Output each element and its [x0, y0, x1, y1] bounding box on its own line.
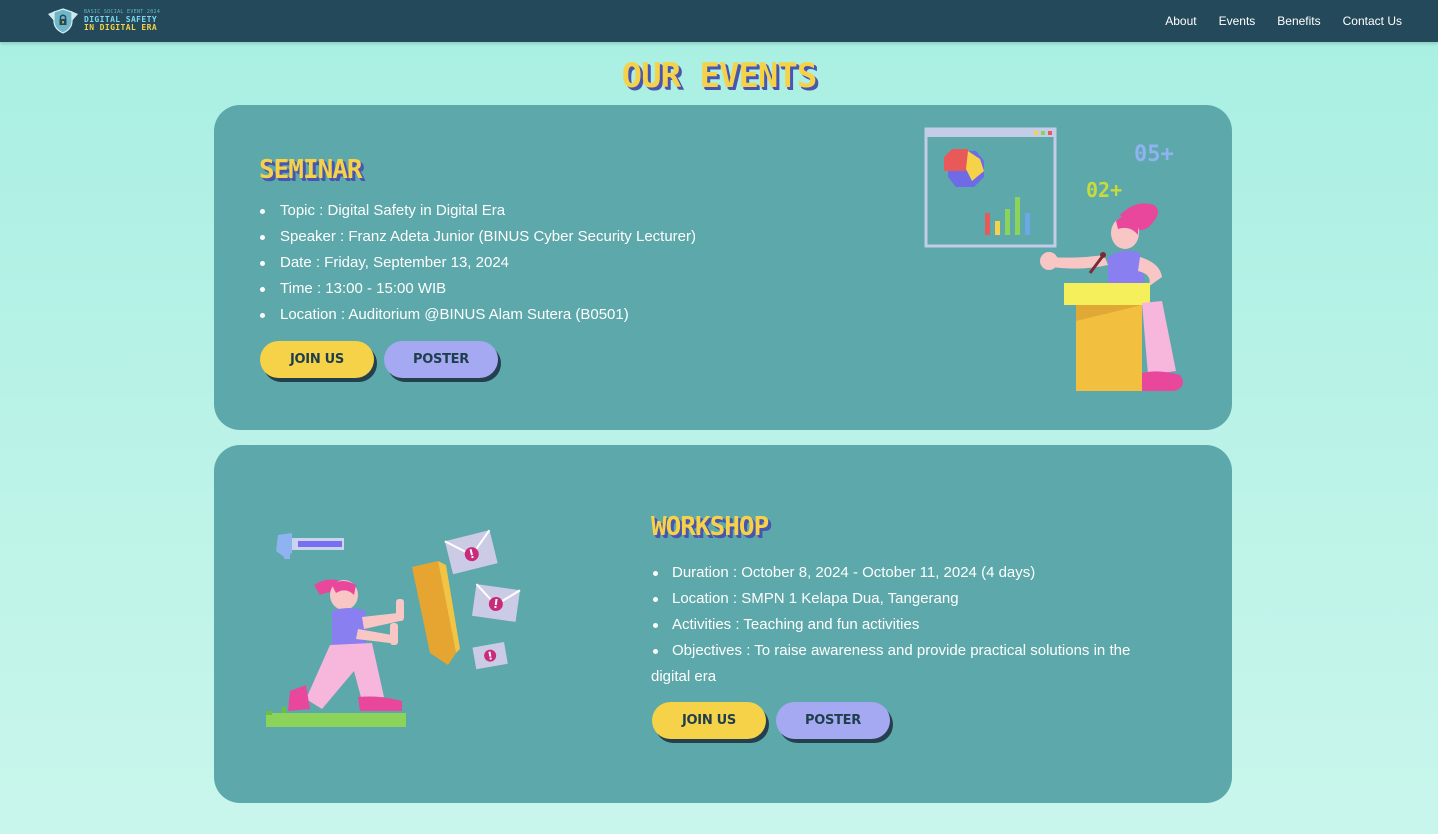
- brand-logo-link[interactable]: BASIC SOCIAL EVENT 2024 DIGITAL SAFETY I…: [46, 8, 160, 34]
- shield-blocking-emails-illustration: [266, 529, 521, 727]
- workshop-activities: Activities : Teaching and fun activities: [651, 612, 1171, 638]
- nav-link-benefits[interactable]: Benefits: [1277, 14, 1320, 28]
- section-title: OUR EVENTS: [621, 56, 818, 96]
- stat-label-02: 02+: [1086, 178, 1122, 202]
- shield-lock-logo-icon: [48, 8, 78, 34]
- seminar-location: Location : Auditorium @BINUS Alam Sutera…: [258, 302, 696, 328]
- nav-links: About Events Benefits Contact Us: [1165, 14, 1402, 28]
- seminar-join-button[interactable]: JOIN US: [260, 341, 374, 378]
- workshop-objectives: Objectives : To raise awareness and prov…: [651, 638, 1171, 690]
- nav-link-contact-us[interactable]: Contact Us: [1343, 14, 1402, 28]
- workshop-join-button[interactable]: JOIN US: [652, 702, 766, 739]
- stat-label-05: 05+: [1134, 142, 1174, 167]
- seminar-time: Time : 13:00 - 15:00 WIB: [258, 276, 696, 302]
- seminar-speaker: Speaker : Franz Adeta Junior (BINUS Cybe…: [258, 224, 696, 250]
- brand-title-line2: IN DIGITAL ERA: [84, 23, 158, 32]
- workshop-heading: WORKSHOP: [651, 512, 769, 542]
- presentation-board-icon: [924, 127, 1057, 248]
- seminar-card: SEMINAR Topic : Digital Safety in Digita…: [214, 105, 1232, 430]
- nav-link-events[interactable]: Events: [1219, 14, 1256, 28]
- seminar-heading: SEMINAR: [259, 155, 363, 185]
- workshop-location: Location : SMPN 1 Kelapa Dua, Tangerang: [651, 586, 1171, 612]
- workshop-details-list: Duration : October 8, 2024 - October 11,…: [651, 560, 1171, 690]
- speaker-podium-illustration: 05+ 02+: [924, 127, 1183, 391]
- workshop-duration: Duration : October 8, 2024 - October 11,…: [651, 560, 1171, 586]
- workshop-poster-button[interactable]: POSTER: [776, 702, 890, 739]
- workshop-card: WORKSHOP Duration : October 8, 2024 - Oc…: [214, 445, 1232, 803]
- nav-link-about[interactable]: About: [1165, 14, 1196, 28]
- workshop-buttons: JOIN US POSTER: [652, 702, 890, 739]
- seminar-buttons: JOIN US POSTER: [260, 341, 498, 378]
- navbar: BASIC SOCIAL EVENT 2024 DIGITAL SAFETY I…: [0, 0, 1438, 42]
- seminar-poster-button[interactable]: POSTER: [384, 341, 498, 378]
- seminar-date: Date : Friday, September 13, 2024: [258, 250, 696, 276]
- seminar-topic: Topic : Digital Safety in Digital Era: [258, 198, 696, 224]
- seminar-details-list: Topic : Digital Safety in Digital Era Sp…: [258, 198, 696, 328]
